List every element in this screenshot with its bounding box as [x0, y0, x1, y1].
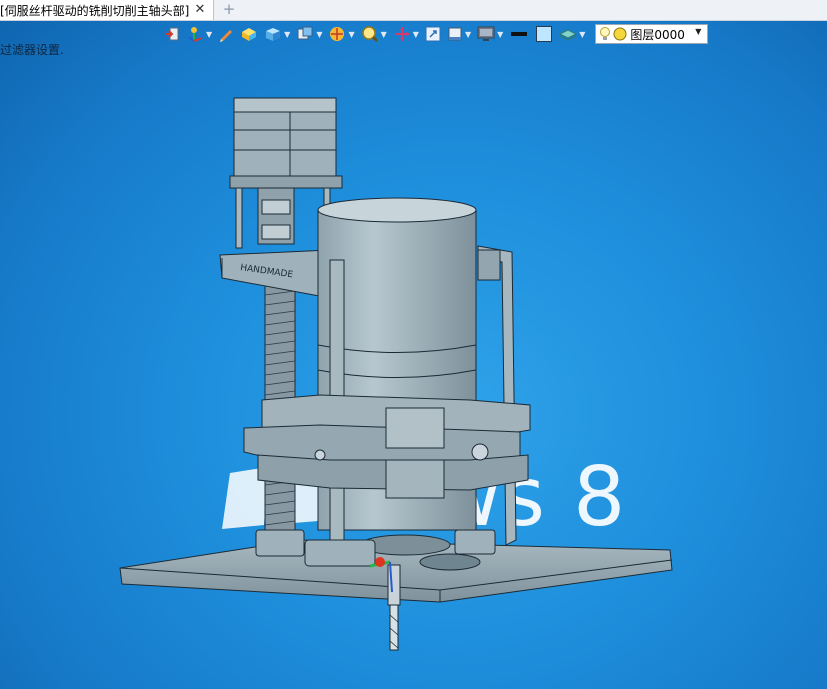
cad-window: dows 8 [伺服丝杆驱动的铣削切削主轴头部] ✕ + ▼ ▼ ▼ ▼ ▼ ▼…: [0, 0, 827, 689]
spindle-head-model[interactable]: HANDMADE: [0, 0, 827, 689]
